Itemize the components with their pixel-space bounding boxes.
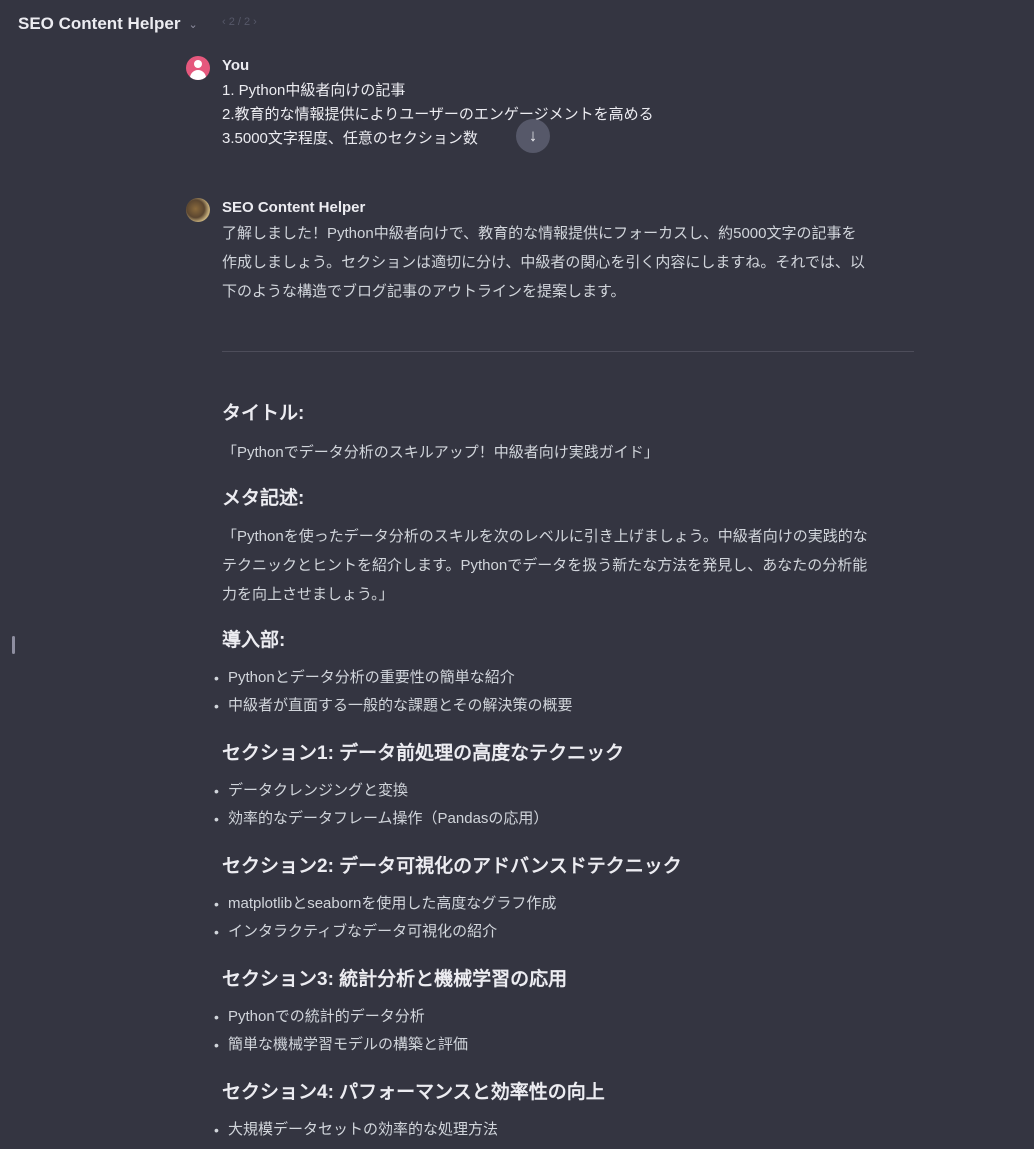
user-avatar xyxy=(186,56,210,80)
chat-page: SEO Content Helper ⌄ ‹ 2 / 2 › You 1. Py… xyxy=(0,0,1034,1149)
title-text: 「Pythonでデータ分析のスキルアップ！中級者向け実践ガイド」 xyxy=(222,444,659,461)
list-item: • 大規模データセットの効率的な処理方法 xyxy=(214,1121,499,1138)
meta-heading: メタ記述: xyxy=(222,488,305,509)
list-item: • Pythonでの統計的データ分析 xyxy=(214,1008,425,1025)
section-heading: セクション4: パフォーマンスと効率性の向上 xyxy=(222,1082,605,1103)
top-bar: SEO Content Helper ⌄ xyxy=(0,0,1034,48)
section-bullets: • データクレンジングと変換 • 効率的なデータフレーム操作（Pandasの応用） xyxy=(214,777,922,833)
list-item: • matplotlibとseabornを使用した高度なグラフ作成 xyxy=(214,895,557,912)
list-item: • インタラクティブなデータ可視化の紹介 xyxy=(214,923,498,940)
intro-line: 下のような構造でブログ記事のアウトラインを提案します。 xyxy=(222,283,626,300)
section-bullets: • Pythonでの統計的データ分析 • 簡単な機械学習モデルの構築と評価 xyxy=(214,1003,922,1059)
section-bullets: • Pythonとデータ分析の重要性の簡単な紹介 • 中級者が直面する一般的な課題と… xyxy=(214,664,922,720)
user-message: You 1. Python中級者向けの記事 2.教育的な情報提供によりユーザーの… xyxy=(186,56,916,151)
list-item: • Pythonとデータ分析の重要性の簡単な紹介 xyxy=(214,669,515,686)
assistant-intro: 了解しました！Python中級者向けで、教育的な情報提供にフォーカスし、約500… xyxy=(222,219,916,306)
chevron-down-icon[interactable]: ⌄ xyxy=(188,18,197,31)
response-pager[interactable]: ‹ 2 / 2 › xyxy=(222,16,257,28)
model-selector-title[interactable]: SEO Content Helper xyxy=(18,14,180,34)
meta-description: 「Pythonを使ったデータ分析のスキルを次のレベルに引き上げましょう。中級者向… xyxy=(222,522,922,609)
list-item: • 簡単な機械学習モデルの構築と評価 xyxy=(214,1036,469,1053)
list-item: • 効率的なデータフレーム操作（Pandasの応用） xyxy=(214,810,549,827)
intro-line: 作成しましょう。セクションは適切に分け、中級者の関心を引く内容にしますね。それで… xyxy=(222,254,865,271)
list-item: • 中級者が直面する一般的な課題とその解決策の概要 xyxy=(214,697,573,714)
user-line: 3.5000文字程度、任意のセクション数 xyxy=(222,130,478,147)
intro-line: 了解しました！Python中級者向けで、教育的な情報提供にフォーカスし、約500… xyxy=(222,225,857,242)
meta-line: 力を向上させましょう。」 xyxy=(222,586,394,603)
arrow-down-icon: ↓ xyxy=(528,126,538,145)
horizontal-rule xyxy=(222,351,914,352)
section-bullets: • matplotlibとseabornを使用した高度なグラフ作成 • インタラクテ… xyxy=(214,890,922,946)
section-heading: セクション2: データ可視化のアドバンスドテクニック xyxy=(222,856,682,877)
section-heading: セクション1: データ前処理の高度なテクニック xyxy=(222,743,625,764)
meta-line: 「Pythonを使ったデータ分析のスキルを次のレベルに引き上げましょう。中級者向… xyxy=(222,528,868,545)
user-line: 2.教育的な情報提供によりユーザーのエンゲージメントを高める xyxy=(222,106,654,123)
section-heading: セクション3: 統計分析と機械学習の応用 xyxy=(222,969,568,990)
assistant-author: SEO Content Helper xyxy=(222,199,366,216)
scroll-to-bottom-button[interactable]: ↓ xyxy=(516,119,550,153)
section-bullets: • 大規模データセットの効率的な処理方法 xyxy=(214,1116,922,1144)
meta-line: テクニックとヒントを紹介します。Pythonでデータを扱う新たな方法を発見し、あ… xyxy=(222,557,868,574)
title-heading: タイトル: xyxy=(222,403,305,424)
assistant-message: SEO Content Helper 了解しました！Python中級者向けで、教… xyxy=(186,198,916,306)
list-item: • データクレンジングと変換 xyxy=(214,782,409,799)
outline-content: タイトル: 「Pythonでデータ分析のスキルアップ！中級者向け実践ガイド」 メ… xyxy=(214,400,922,1144)
user-line: 1. Python中級者向けの記事 xyxy=(222,82,406,99)
section-heading: 導入部: xyxy=(222,630,286,651)
sidebar-toggle-handle[interactable] xyxy=(12,636,15,654)
user-author: You xyxy=(222,57,250,74)
assistant-avatar xyxy=(186,198,210,222)
